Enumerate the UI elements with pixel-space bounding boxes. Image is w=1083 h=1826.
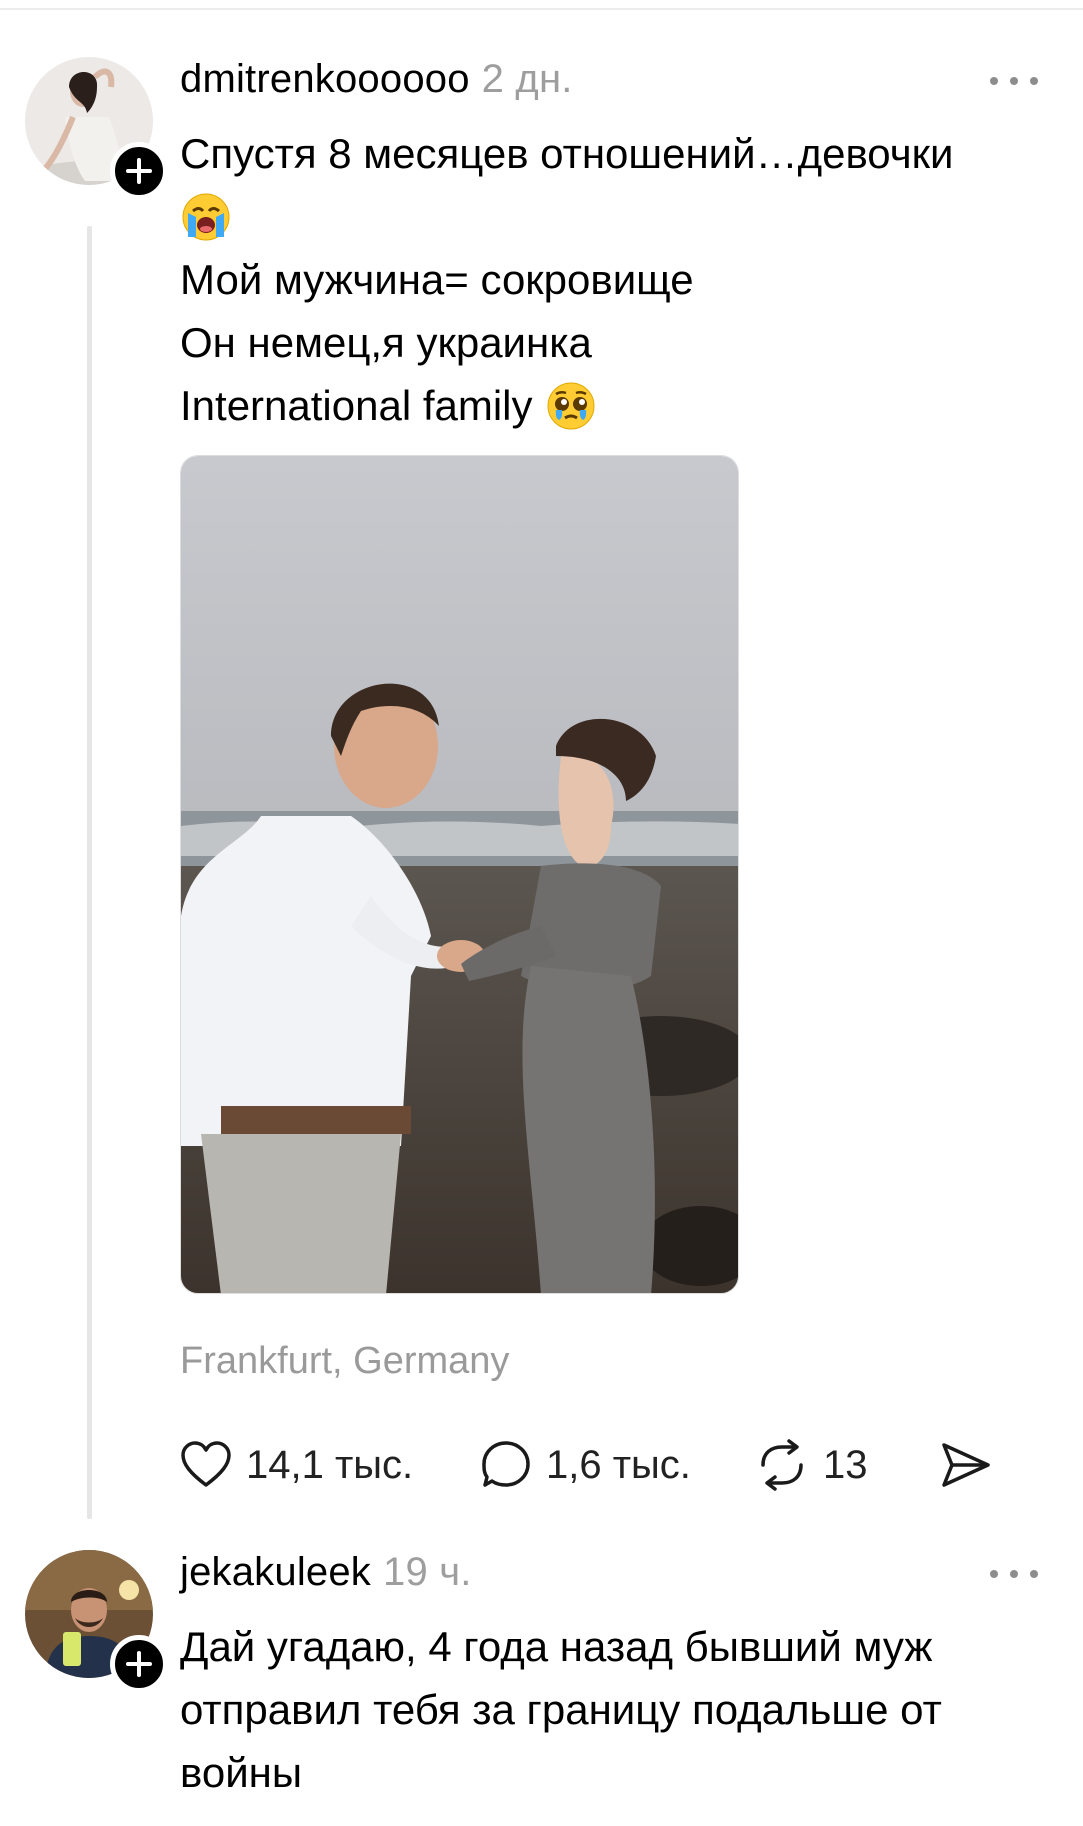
repost-button[interactable]: 13: [755, 1435, 868, 1495]
heart-icon: [181, 1441, 231, 1487]
top-divider: [0, 8, 1083, 10]
like-count: 14,1 тыс.: [246, 1442, 414, 1487]
like-button[interactable]: 14,1 тыс.: [180, 1435, 413, 1495]
reply-text-line: войны: [180, 1749, 303, 1796]
post-time: 2 дн.: [481, 57, 573, 101]
reply-username[interactable]: jekakuleek: [180, 1550, 371, 1594]
reply-more-dots-icon[interactable]: [990, 1564, 1038, 1584]
username[interactable]: dmitrenkoooooo: [180, 57, 470, 101]
post-text-line: Мой мужчина= сокровище: [180, 256, 694, 303]
reply-time: 19 ч.: [383, 1550, 472, 1594]
send-icon: [942, 1443, 990, 1487]
reply-text-line: Дай угадаю, 4 года назад бывший муж: [180, 1623, 933, 1670]
post-text-line: Спустя 8 месяцев отношений…девочки: [180, 130, 954, 177]
repost-icon: [761, 1439, 803, 1491]
repost-count: 13: [823, 1442, 868, 1487]
comment-button[interactable]: 1,6 тыс.: [480, 1435, 691, 1495]
pleading-face-with-tears-icon: [547, 382, 595, 429]
comment-bubble-icon: [482, 1441, 530, 1487]
share-button[interactable]: [940, 1435, 1006, 1495]
comment-count: 1,6 тыс.: [546, 1442, 691, 1487]
post-header: dmitrenkoooooo 2 дн.: [180, 57, 573, 102]
reply-follow-plus-icon[interactable]: [110, 1635, 168, 1693]
reply-header: jekakuleek 19 ч.: [180, 1550, 472, 1595]
post-text-line: International family: [180, 374, 953, 437]
post-text: Спустя 8 месяцев отношений…девочки Мой м…: [180, 122, 953, 437]
post-text-line: Он немец,я украинка: [180, 319, 592, 366]
post-text-line: [180, 185, 953, 248]
loudly-crying-face-icon: [182, 193, 230, 240]
follow-plus-icon[interactable]: [110, 142, 168, 200]
more-dots-icon[interactable]: [990, 71, 1038, 91]
thread-line: [87, 226, 92, 1519]
post-photo[interactable]: [180, 455, 739, 1294]
photo-couple-beach: [181, 456, 738, 1293]
post-location[interactable]: Frankfurt, Germany: [180, 1340, 509, 1383]
reply-text-line: отправил тебя за границу подальше от: [180, 1686, 942, 1733]
reply-text: Дай угадаю, 4 года назад бывший муж отпр…: [180, 1615, 942, 1804]
